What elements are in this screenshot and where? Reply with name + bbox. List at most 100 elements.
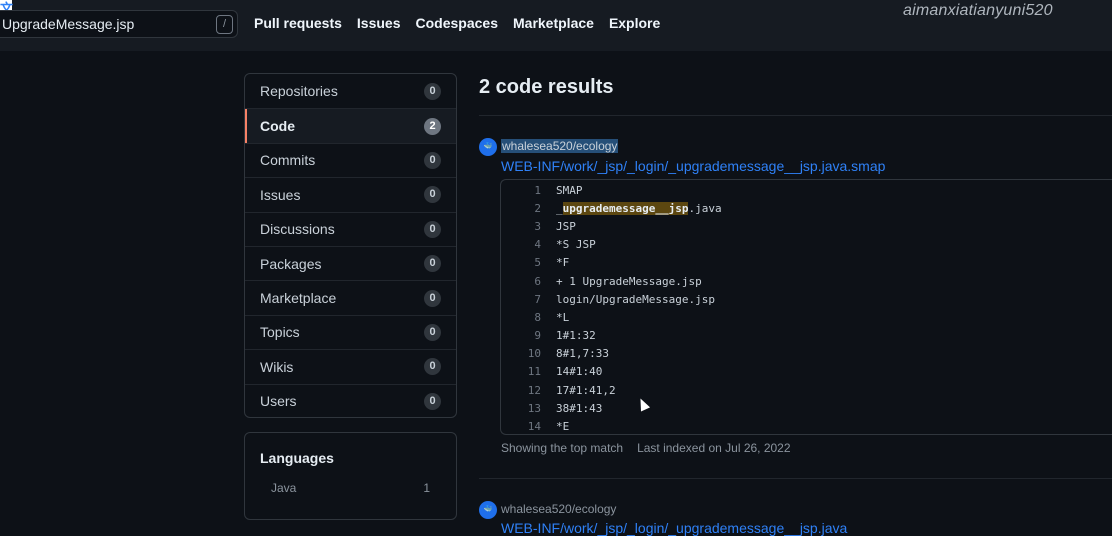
repo-avatar[interactable]: 🐳 [479,501,497,519]
code-line: 3 JSP [501,217,1112,235]
file-path-link[interactable]: WEB-INF/work/_jsp/_login/_upgrademessage… [501,520,847,536]
facet-commits[interactable]: Commits 0 [245,142,456,177]
line-number[interactable]: 9 [501,329,541,342]
code-text: 14#1:40 [541,365,602,378]
facet-label: Wikis [260,358,294,375]
facet-label: Issues [260,186,301,203]
facet-code[interactable]: Code 2 [245,108,456,144]
code-text: *L [541,311,569,324]
code-segment: *E [556,420,570,434]
facet-issues[interactable]: Issues 0 [245,177,456,211]
code-line: 12 17#1:41,2 [501,381,1112,399]
code-segment: SMAP [556,183,583,197]
code-segment: 14#1:40 [556,365,603,379]
facet-users[interactable]: Users 0 [245,383,456,417]
code-text: *F [541,256,569,269]
search-shortcut-key: / [216,15,233,34]
code-line: 1 SMAP [501,181,1112,199]
match-highlight: upgrademessage__jsp [562,201,689,215]
nav-explore[interactable]: Explore [609,15,660,31]
code-text: 8#1,7:33 [541,347,609,360]
code-line: 11 14#1:40 [501,363,1112,381]
facet-label: Topics [260,324,300,341]
facet-count: 0 [424,323,441,341]
last-indexed-text: Last indexed on Jul 26, 2022 [637,441,791,455]
facet-label: Code [260,118,295,135]
facet-count: 0 [424,255,441,273]
code-segment: .java [688,201,722,215]
facet-label: Packages [260,255,322,272]
code-segment: JSP [556,219,576,233]
repo-link[interactable]: whalesea520/ecology [501,502,616,516]
code-line: 9 1#1:32 [501,327,1112,345]
code-line: 5 *F [501,254,1112,272]
repo-link[interactable]: whalesea520/ecology [501,139,619,153]
line-number[interactable]: 1 [501,184,541,197]
code-segment: *F [556,256,570,270]
facet-topics[interactable]: Topics 0 [245,314,456,349]
code-text: login/UpgradeMessage.jsp [541,293,715,306]
code-line: 13 38#1:43 [501,399,1112,417]
code-text: _upgrademessage__jsp.java [541,201,722,215]
line-number[interactable]: 8 [501,311,541,324]
code-line: 6 + 1 UpgradeMessage.jsp [501,272,1112,290]
facet-count: 0 [424,392,441,410]
facet-packages[interactable]: Packages 0 [245,245,456,280]
code-text: JSP [541,220,576,233]
divider [479,478,1112,479]
code-line: 8 *L [501,308,1112,326]
line-number[interactable]: 13 [501,402,541,415]
line-number[interactable]: 2 [501,202,541,215]
line-number[interactable]: 14 [501,420,541,433]
code-line: 10 8#1,7:33 [501,345,1112,363]
search-input[interactable]: UpgradeMessage.jsp / [0,10,238,38]
code-text: + 1 UpgradeMessage.jsp [541,275,702,288]
line-number[interactable]: 4 [501,238,541,251]
top-header: 文 UpgradeMessage.jsp / Pull requests Iss… [0,0,1112,51]
facet-marketplace[interactable]: Marketplace 0 [245,280,456,314]
code-line: 7 login/UpgradeMessage.jsp [501,290,1112,308]
global-nav: Pull requests Issues Codespaces Marketpl… [254,15,660,31]
line-number[interactable]: 6 [501,275,541,288]
facet-count: 2 [424,117,441,135]
facet-discussions[interactable]: Discussions 0 [245,211,456,246]
search-type-filter: Repositories 0 Code 2 Commits 0 Issues 0… [244,73,457,418]
facet-count: 0 [424,358,441,376]
top-match-text: Showing the top match [501,441,624,455]
line-number[interactable]: 11 [501,365,541,378]
file-path-link[interactable]: WEB-INF/work/_jsp/_login/_upgrademessage… [501,158,885,174]
code-line: 2 _upgrademessage__jsp.java [501,199,1112,217]
languages-filter: Languages Java 1 [244,432,457,520]
search-query[interactable]: UpgradeMessage.jsp [2,16,134,32]
code-segment: _ [556,201,563,215]
facet-label: Repositories [260,83,338,100]
facet-repositories[interactable]: Repositories 0 [245,74,456,108]
code-segment: 17#1:41,2 [556,383,616,397]
repo-avatar[interactable]: 🐳 [479,138,497,156]
facet-count: 0 [424,220,441,238]
facet-wikis[interactable]: Wikis 0 [245,349,456,383]
code-segment: *S JSP [556,238,596,252]
language-item-java[interactable]: Java 1 [271,481,430,495]
line-number[interactable]: 12 [501,384,541,397]
code-text: 1#1:32 [541,329,596,342]
nav-codespaces[interactable]: Codespaces [416,15,498,31]
language-name: Java [271,481,297,495]
nav-issues[interactable]: Issues [357,15,401,31]
facet-count: 0 [424,289,441,307]
code-segment: + 1 UpgradeMessage.jsp [556,274,702,288]
match-meta: Showing the top match Last indexed on Ju… [501,441,791,455]
facet-label: Users [260,393,297,410]
line-number[interactable]: 7 [501,293,541,306]
nav-marketplace[interactable]: Marketplace [513,15,594,31]
nav-pull-requests[interactable]: Pull requests [254,15,342,31]
facet-label: Commits [260,152,316,169]
line-number[interactable]: 5 [501,256,541,269]
facet-count: 0 [424,151,441,169]
line-number[interactable]: 10 [501,347,541,360]
code-segment: 1#1:32 [556,329,596,343]
code-line: 4 *S JSP [501,236,1112,254]
line-number[interactable]: 3 [501,220,541,233]
code-text: SMAP [541,184,583,197]
code-snippet: 1 SMAP 2 _upgrademessage__jsp.java 3 JSP 4 *S J… [500,179,1112,435]
